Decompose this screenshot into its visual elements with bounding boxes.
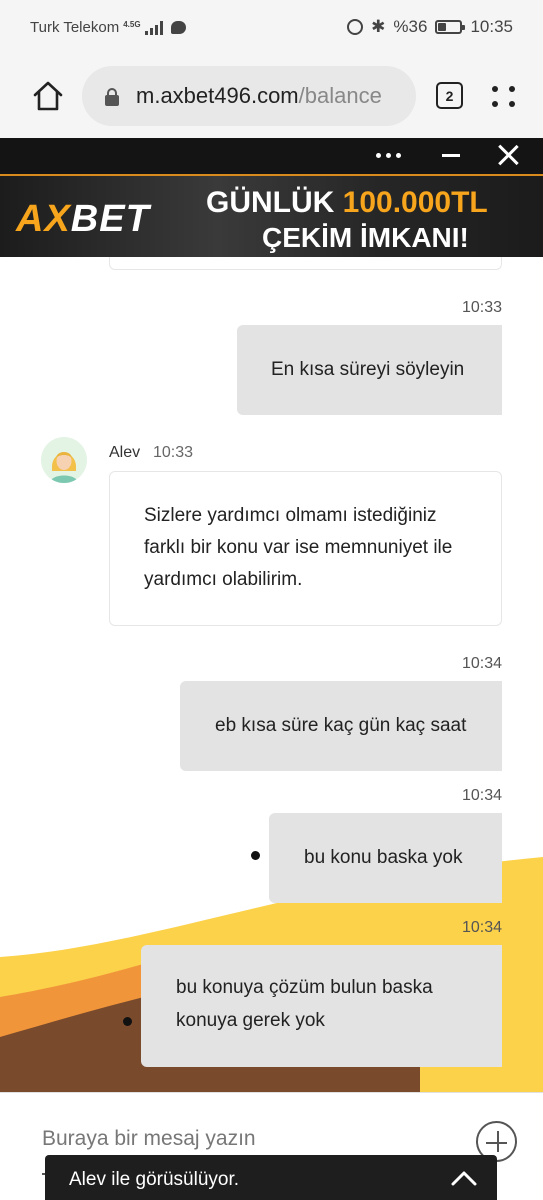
- outgoing-message: En kısa süreyi söyleyin: [237, 325, 502, 415]
- previous-message-card: [109, 257, 502, 270]
- message-text: En kısa süreyi söyleyin: [271, 359, 465, 380]
- url-path: /balance: [298, 83, 382, 108]
- message-line: Sizlere yardımcı olmamı istediğiniz: [144, 505, 437, 526]
- ad-more-icon[interactable]: [376, 153, 402, 159]
- message-line: farklı bir konu var ise memnuniyet ile: [144, 537, 453, 558]
- agent-message-time: 10:33: [153, 444, 194, 461]
- ad-banner[interactable]: AXBET GÜNLÜK 100.000TL ÇEKİM İMKANI!: [0, 174, 543, 257]
- message-line: konuya gerek yok: [176, 1010, 325, 1031]
- message-time: 10:33: [461, 299, 502, 316]
- bluetooth-icon: ✱: [371, 17, 386, 36]
- ad-minimize-icon[interactable]: [442, 154, 460, 157]
- ad-controls-bar: [0, 138, 543, 174]
- chevron-up-icon[interactable]: [451, 1169, 477, 1187]
- browser-menu-icon[interactable]: [492, 86, 518, 108]
- ad-headline-amount: 100.000TL: [342, 186, 488, 219]
- ad-headline-prefix: GÜNLÜK: [206, 186, 343, 219]
- ad-subline: ÇEKİM İMKANI!: [262, 222, 469, 253]
- signal-icon: [144, 20, 163, 35]
- message-time: 10:34: [461, 787, 502, 804]
- message-line: bu konuya çözüm bulun baska: [176, 977, 433, 998]
- chat-status-bar[interactable]: Alev ile görüsülüyor.: [45, 1155, 497, 1200]
- network-type: 4.5G: [123, 19, 141, 29]
- status-left: Turk Telekom 4.5G: [30, 19, 186, 36]
- axbet-logo: AXBET: [16, 198, 150, 241]
- battery-icon: [435, 20, 466, 34]
- battery-percent: %36: [393, 17, 428, 36]
- message-line: yardımcı olabilirim.: [144, 569, 303, 590]
- browser-toolbar: m.axbet496.com/balance 2: [0, 56, 543, 138]
- url-domain: m.axbet496.com: [136, 83, 299, 108]
- incoming-message: Sizlere yardımcı olmamı istediğiniz fark…: [109, 471, 502, 626]
- chat-area[interactable]: 10:33 En kısa süreyi söyleyin Alev 10:33…: [0, 257, 543, 1092]
- status-right: ✱ %36 10:35: [347, 17, 513, 37]
- logo-ax: AX: [16, 198, 71, 240]
- address-bar[interactable]: m.axbet496.com/balance: [82, 66, 416, 126]
- avatar: [41, 437, 87, 483]
- carrier-name: Turk Telekom: [30, 19, 120, 36]
- home-icon[interactable]: [32, 80, 64, 112]
- outgoing-message: bu konuya çözüm bulun baska konuya gerek…: [141, 945, 502, 1067]
- message-text: eb kısa süre kaç gün kaç saat: [215, 715, 467, 736]
- battery-fill: [438, 23, 446, 31]
- logo-bet: BET: [70, 198, 150, 240]
- ad-headline: GÜNLÜK 100.000TL: [206, 186, 488, 220]
- message-time: 10:34: [461, 919, 502, 936]
- chat-status-label: Alev ile görüsülüyor.: [69, 1169, 240, 1190]
- agent-avatar-icon: [41, 437, 87, 483]
- status-bar: Turk Telekom 4.5G ✱ %36 10:35: [0, 0, 543, 56]
- clock: 10:35: [470, 17, 513, 36]
- outgoing-message: eb kısa süre kaç gün kaç saat: [180, 681, 502, 771]
- agent-name: Alev: [109, 444, 141, 461]
- message-input[interactable]: Buraya bir mesaj yazın: [42, 1127, 256, 1151]
- message-bullet: [251, 851, 260, 860]
- message-bullet: [123, 1017, 132, 1026]
- message-text: bu konu baska yok: [304, 847, 463, 868]
- message-notification-icon: [170, 21, 186, 34]
- outgoing-message: bu konu baska yok: [269, 813, 502, 903]
- url-text[interactable]: m.axbet496.com/balance: [136, 83, 382, 109]
- message-time: 10:34: [461, 655, 502, 672]
- app-root: Turk Telekom 4.5G ✱ %36 10:35 m.axbet496: [0, 0, 543, 1200]
- ad-close-icon[interactable]: [497, 144, 519, 166]
- alarm-icon: [347, 19, 364, 35]
- lock-icon: [105, 88, 119, 106]
- tabs-button[interactable]: 2: [436, 82, 463, 109]
